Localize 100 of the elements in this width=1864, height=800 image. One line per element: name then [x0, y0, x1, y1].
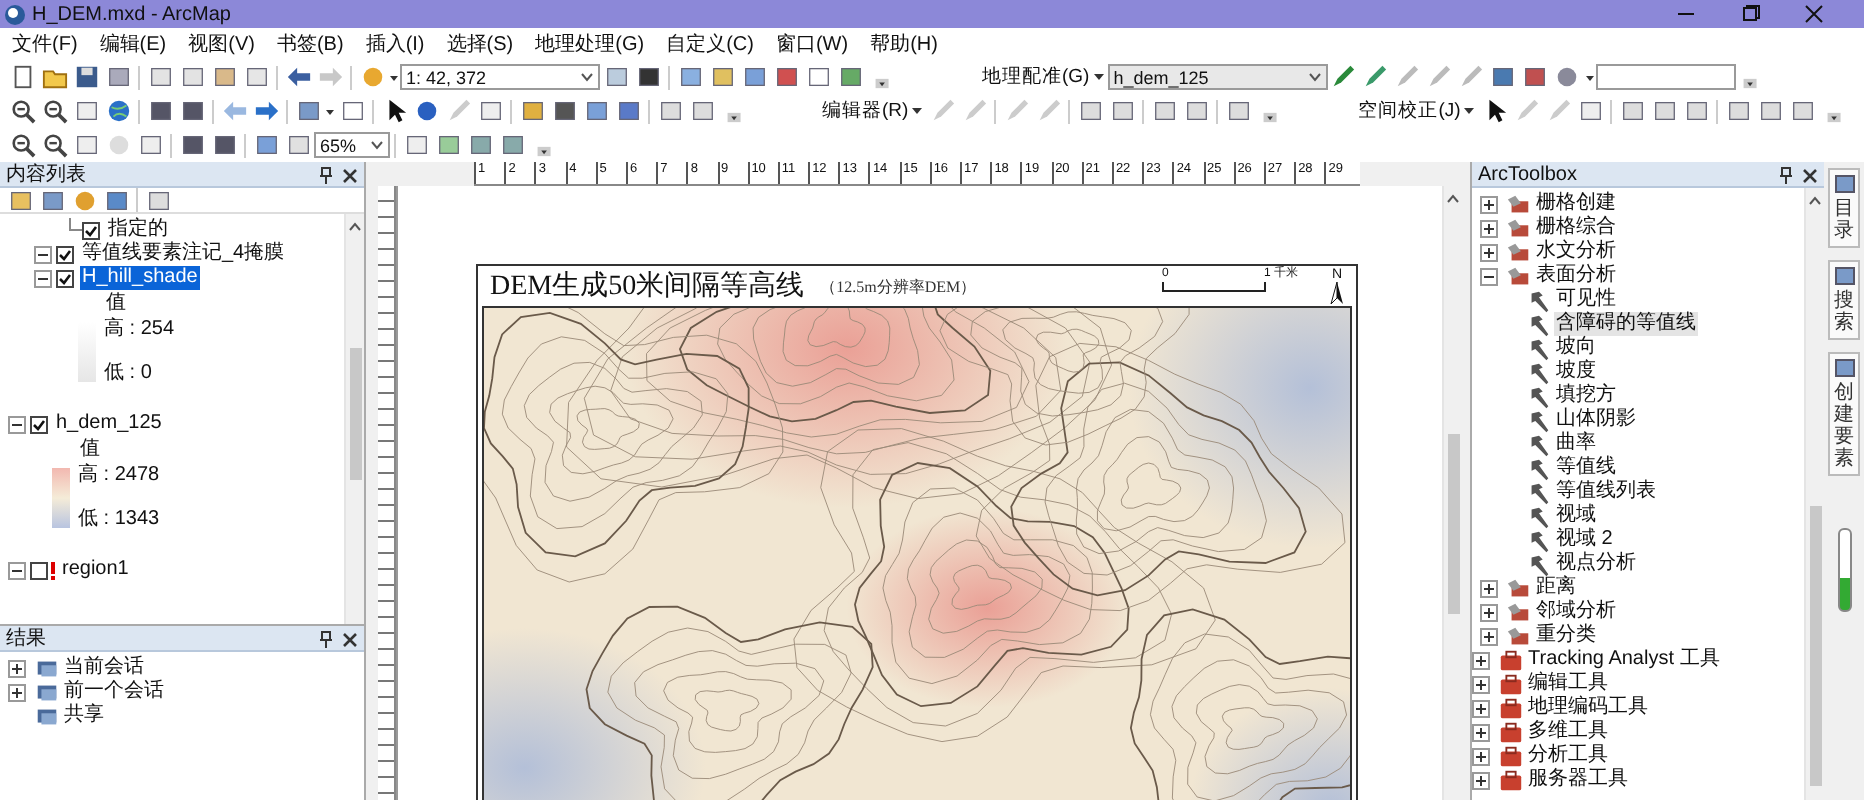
tool-item[interactable]: 山体阴影 — [1554, 408, 1638, 432]
expander-icon[interactable] — [1480, 195, 1498, 213]
toolset-item[interactable]: 栅格综合 — [1534, 216, 1618, 240]
tool-item[interactable]: 坡向 — [1554, 336, 1598, 360]
expander-icon[interactable] — [1480, 219, 1498, 237]
tool-item[interactable]: 等值线列表 — [1554, 480, 1658, 504]
toolset-item[interactable]: 多维工具 — [1526, 720, 1610, 744]
pin-icon[interactable] — [318, 165, 334, 183]
zoom-out-icon[interactable] — [41, 98, 67, 124]
expander-icon[interactable] — [1480, 627, 1498, 645]
toolset-item[interactable]: 距离 — [1534, 576, 1578, 600]
tool-item[interactable]: 填挖方 — [1554, 384, 1618, 408]
globe-icon[interactable] — [105, 98, 131, 124]
zoom-combo[interactable]: 65% — [314, 132, 390, 158]
toolset-item[interactable]: Tracking Analyst 工具 — [1526, 648, 1722, 672]
expander-icon[interactable] — [8, 659, 26, 677]
toolset-item[interactable]: 地理编码工具 — [1526, 696, 1650, 720]
scrollbar[interactable] — [1804, 188, 1824, 800]
expander-icon[interactable] — [1480, 267, 1498, 285]
pin-icon[interactable] — [318, 629, 334, 647]
menu-item[interactable]: 窗口(W) — [775, 30, 849, 58]
expander-icon[interactable] — [1472, 747, 1490, 765]
restore-icon[interactable] — [1740, 4, 1760, 24]
menu-item[interactable]: 编辑(E) — [99, 30, 167, 58]
input-field[interactable] — [1595, 64, 1736, 90]
expander-icon[interactable] — [1472, 771, 1490, 789]
menu-item[interactable]: 视图(V) — [188, 30, 255, 58]
menu-item[interactable]: 书签(B) — [276, 30, 344, 58]
scale-combo[interactable]: 1: 42, 372 — [400, 64, 600, 90]
layer-combo[interactable]: h_dem_125 — [1107, 64, 1328, 90]
expander-icon[interactable] — [8, 561, 26, 579]
menu-item[interactable]: 自定义(C) — [666, 30, 754, 58]
tool-item[interactable]: 可见性 — [1554, 288, 1618, 312]
tool-item[interactable]: 视点分析 — [1554, 552, 1638, 576]
undo-icon[interactable] — [285, 64, 311, 90]
toolset-item[interactable]: 表面分析 — [1534, 264, 1618, 288]
session-item[interactable]: 共享 — [62, 704, 106, 728]
expander-icon[interactable] — [34, 269, 52, 287]
expander-icon[interactable] — [1480, 579, 1498, 597]
tool-item[interactable]: 坡度 — [1554, 360, 1598, 384]
layer-name[interactable]: region1 — [60, 558, 131, 582]
close-icon[interactable] — [342, 165, 358, 183]
new-file-icon[interactable] — [9, 64, 35, 90]
zoom-in-page-icon[interactable] — [9, 132, 35, 158]
side-tab[interactable]: 搜索 — [1828, 260, 1860, 340]
tool-item[interactable]: 含障碍的等值线 — [1554, 312, 1698, 336]
menu-item[interactable]: 插入(I) — [365, 30, 425, 58]
checkbox[interactable] — [82, 221, 100, 239]
scrollbar[interactable] — [344, 214, 364, 624]
expander-icon[interactable] — [1472, 651, 1490, 669]
chevron-down-icon[interactable] — [580, 72, 594, 82]
chevron-down-icon[interactable] — [370, 140, 384, 150]
layer-name[interactable]: h_dem_125 — [54, 412, 164, 436]
expander-icon[interactable] — [1472, 699, 1490, 717]
tool-item[interactable]: 视域 — [1554, 504, 1598, 528]
menu-item[interactable]: 文件(F) — [12, 30, 78, 58]
toolset-item[interactable]: 邻域分析 — [1534, 600, 1618, 624]
close-icon[interactable] — [1804, 4, 1824, 24]
tool-item[interactable]: 等值线 — [1554, 456, 1618, 480]
scroll-up-icon[interactable] — [1446, 192, 1460, 204]
toolset-item[interactable]: 重分类 — [1534, 624, 1598, 648]
toolbar-menu-button[interactable]: 地理配准(G) — [978, 64, 1108, 90]
close-icon[interactable] — [1802, 165, 1818, 183]
menu-item[interactable]: 地理处理(G) — [535, 30, 645, 58]
toolset-item[interactable]: 分析工具 — [1526, 744, 1610, 768]
toolbar-menu-button[interactable]: 编辑器(R) — [818, 98, 927, 124]
tool-item[interactable]: 曲率 — [1554, 432, 1598, 456]
forward-icon[interactable] — [253, 98, 279, 124]
layer-name[interactable]: 等值线要素注记_4掩膜 — [80, 242, 287, 266]
checkbox[interactable] — [56, 269, 74, 287]
zoom-out-page-icon[interactable] — [41, 132, 67, 158]
side-tab[interactable]: 创建要素 — [1828, 352, 1860, 476]
scroll-up-icon[interactable] — [1808, 194, 1822, 206]
toolbar-menu-button[interactable]: 空间校正(J) — [1354, 98, 1479, 124]
scroll-up-icon[interactable] — [348, 220, 362, 232]
checkbox[interactable] — [30, 415, 48, 433]
expander-icon[interactable] — [1480, 603, 1498, 621]
expander-icon[interactable] — [34, 245, 52, 263]
menu-item[interactable]: 帮助(H) — [870, 30, 938, 58]
toolset-item[interactable]: 栅格创建 — [1534, 192, 1618, 216]
expander-icon[interactable] — [8, 683, 26, 701]
checkbox[interactable] — [30, 561, 48, 579]
zoom-in-icon[interactable] — [9, 98, 35, 124]
expander-icon[interactable] — [1472, 675, 1490, 693]
chevron-down-icon[interactable] — [1307, 72, 1322, 82]
session-item[interactable]: 前一个会话 — [62, 680, 166, 704]
expander-icon[interactable] — [1472, 723, 1490, 741]
tool-item[interactable]: 视域 2 — [1554, 528, 1615, 552]
layer-name[interactable]: H_hill_shade — [80, 266, 200, 290]
toolset-item[interactable]: 水文分析 — [1534, 240, 1618, 264]
toolset-item[interactable]: 编辑工具 — [1526, 672, 1610, 696]
checkbox[interactable] — [56, 245, 74, 263]
save-icon[interactable] — [73, 64, 99, 90]
menu-item[interactable]: 选择(S) — [446, 30, 514, 58]
toolset-item[interactable]: 服务器工具 — [1526, 768, 1630, 792]
session-item[interactable]: 当前会话 — [62, 656, 146, 680]
side-tab[interactable]: 目录 — [1828, 168, 1860, 248]
close-icon[interactable] — [342, 629, 358, 647]
pin-icon[interactable] — [1778, 165, 1794, 183]
expander-icon[interactable] — [1480, 243, 1498, 261]
